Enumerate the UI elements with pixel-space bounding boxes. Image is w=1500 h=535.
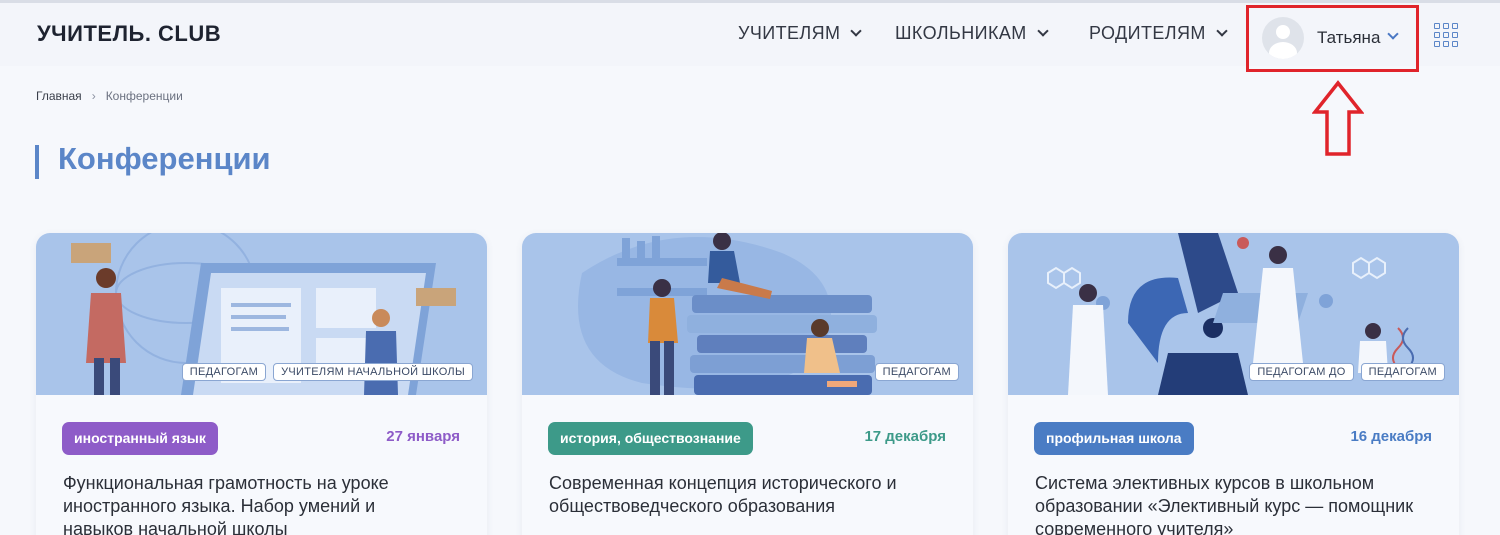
breadcrumb: Главная › Конференции <box>36 89 183 103</box>
conference-card[interactable]: ПЕДАГОГАМ УЧИТЕЛЯМ НАЧАЛЬНОЙ ШКОЛЫ иност… <box>36 233 487 535</box>
apps-grid-icon[interactable] <box>1434 23 1458 47</box>
card-title[interactable]: Современная концепция исторического и об… <box>549 472 929 518</box>
subject-badge[interactable]: история, обществознание <box>548 422 753 455</box>
card-title[interactable]: Система элективных курсов в школьном обр… <box>1035 472 1415 535</box>
nav-students[interactable]: ШКОЛЬНИКАМ <box>895 23 1049 44</box>
breadcrumb-home[interactable]: Главная <box>36 89 82 103</box>
card-illustration: ПЕДАГОГАМ <box>522 233 973 395</box>
subject-badge[interactable]: иностранный язык <box>62 422 218 455</box>
breadcrumb-current: Конференции <box>105 89 183 103</box>
conference-card[interactable]: ПЕДАГОГАМ ДО ПЕДАГОГАМ профильная школа … <box>1008 233 1459 535</box>
card-body: профильная школа 16 декабря Система элек… <box>1008 395 1459 535</box>
nav-students-label: ШКОЛЬНИКАМ <box>895 23 1027 43</box>
nav-parents-label: РОДИТЕЛЯМ <box>1089 23 1206 43</box>
card-body: история, обществознание 17 декабря Совре… <box>522 395 973 535</box>
audience-tag[interactable]: УЧИТЕЛЯМ НАЧАЛЬНОЙ ШКОЛЫ <box>273 363 473 381</box>
arrow-up-annotation-icon <box>1312 80 1364 156</box>
card-date: 16 декабря <box>1350 428 1432 445</box>
card-body: иностранный язык 27 января Функциональна… <box>36 395 487 535</box>
card-illustration: ПЕДАГОГАМ УЧИТЕЛЯМ НАЧАЛЬНОЙ ШКОЛЫ <box>36 233 487 395</box>
user-name: Татьяна <box>1317 28 1381 47</box>
card-date: 27 января <box>386 428 460 445</box>
title-accent-bar <box>35 145 39 179</box>
card-date: 17 декабря <box>864 428 946 445</box>
user-menu[interactable]: Татьяна <box>1246 5 1419 72</box>
chevron-down-icon <box>1387 28 1399 40</box>
card-tags: ПЕДАГОГАМ ДО ПЕДАГОГАМ <box>1249 363 1445 381</box>
page-title: Конференции <box>58 141 271 176</box>
subject-badge[interactable]: профильная школа <box>1034 422 1194 455</box>
audience-tag[interactable]: ПЕДАГОГАМ <box>181 363 267 381</box>
site-logo[interactable]: УЧИТЕЛЬ. CLUB <box>37 21 221 47</box>
audience-tag[interactable]: ПЕДАГОГАМ <box>1360 363 1445 381</box>
site-header: УЧИТЕЛЬ. CLUB УЧИТЕЛЯМ ШКОЛЬНИКАМ РОДИТЕ… <box>0 0 1500 72</box>
chevron-down-icon <box>850 25 863 37</box>
nav-parents[interactable]: РОДИТЕЛЯМ <box>1089 23 1228 44</box>
chevron-down-icon <box>1036 25 1049 37</box>
chevron-down-icon <box>1216 25 1228 37</box>
nav-teachers[interactable]: УЧИТЕЛЯМ <box>738 23 863 44</box>
chevron-right-icon: › <box>91 89 96 103</box>
nav-teachers-label: УЧИТЕЛЯМ <box>738 23 841 43</box>
audience-tag[interactable]: ПЕДАГОГАМ ДО <box>1249 363 1354 381</box>
card-title[interactable]: Функциональная грамотность на уроке инос… <box>63 472 443 535</box>
audience-tag[interactable]: ПЕДАГОГАМ <box>874 363 959 381</box>
card-illustration: ПЕДАГОГАМ ДО ПЕДАГОГАМ <box>1008 233 1459 395</box>
card-tags: ПЕДАГОГАМ УЧИТЕЛЯМ НАЧАЛЬНОЙ ШКОЛЫ <box>181 363 473 381</box>
conference-card[interactable]: ПЕДАГОГАМ история, обществознание 17 дек… <box>522 233 973 535</box>
card-tags: ПЕДАГОГАМ <box>874 363 959 381</box>
avatar-icon <box>1262 17 1304 59</box>
